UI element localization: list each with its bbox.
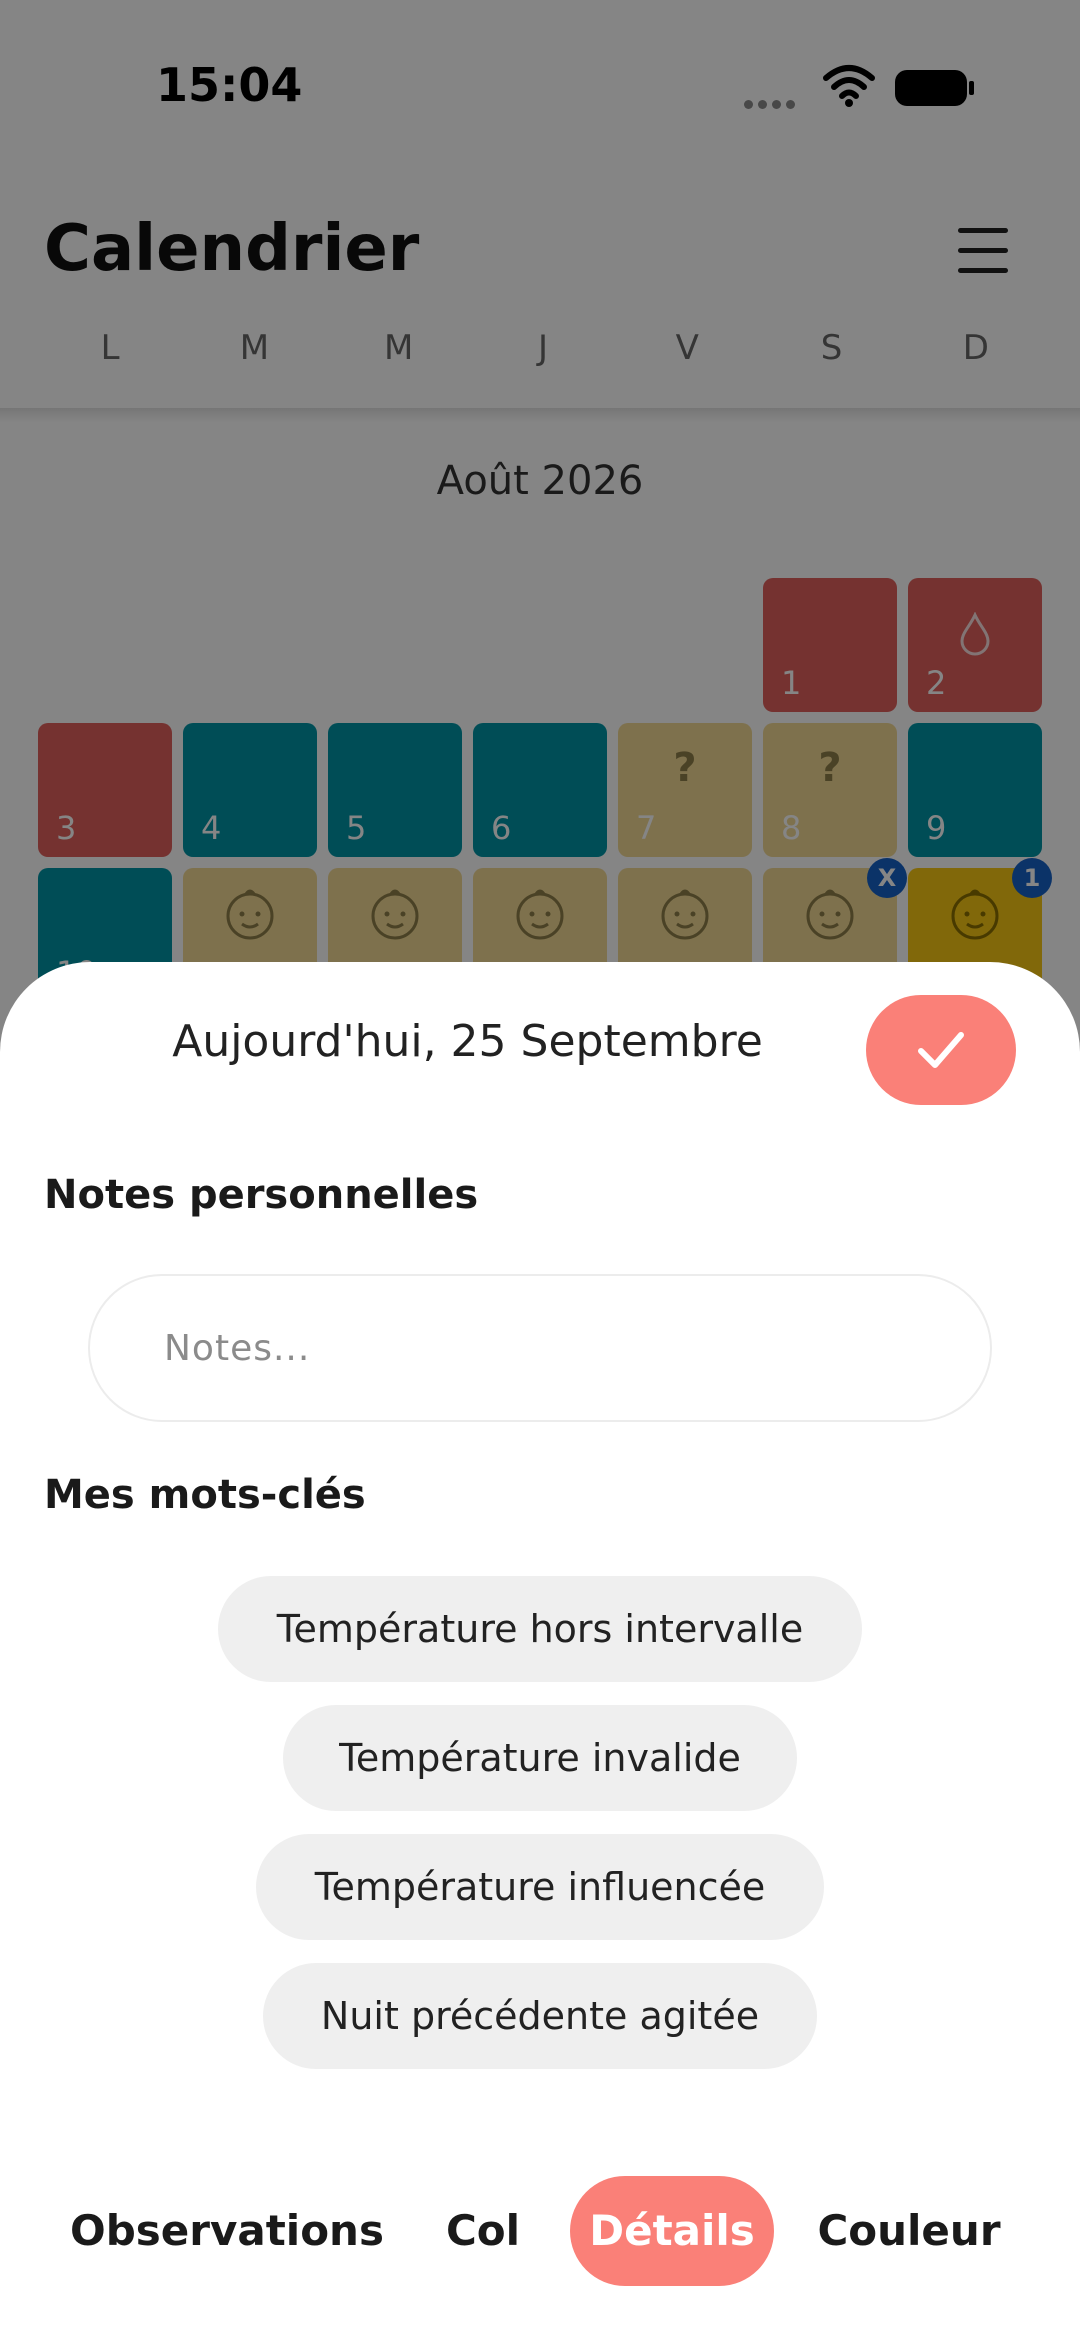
keyword-chip[interactable]: Température invalide [283, 1705, 797, 1811]
tab-details[interactable]: Détails [570, 2176, 774, 2286]
keyword-chip[interactable]: Température hors intervalle [218, 1576, 862, 1682]
notes-section-title: Notes personnelles [44, 1172, 479, 1218]
confirm-button[interactable] [866, 995, 1016, 1105]
tab-couleur[interactable]: Couleur [812, 2176, 1006, 2286]
check-icon [918, 1032, 964, 1068]
keyword-chip[interactable]: Nuit précédente agitée [263, 1963, 817, 2069]
tab-observations[interactable]: Observations [70, 2176, 384, 2286]
day-details-sheet: Aujourd'hui, 25 Septembre Notes personne… [0, 962, 1080, 2348]
keyword-chip[interactable]: Température influencée [256, 1834, 824, 1940]
notes-input[interactable] [88, 1274, 992, 1422]
sheet-date-title: Aujourd'hui, 25 Septembre [172, 1016, 763, 1067]
sheet-tab-bar: Observations Col Détails Couleur [0, 2176, 1080, 2286]
keywords-section-title: Mes mots-clés [44, 1472, 366, 1518]
tab-col[interactable]: Col [420, 2176, 546, 2286]
